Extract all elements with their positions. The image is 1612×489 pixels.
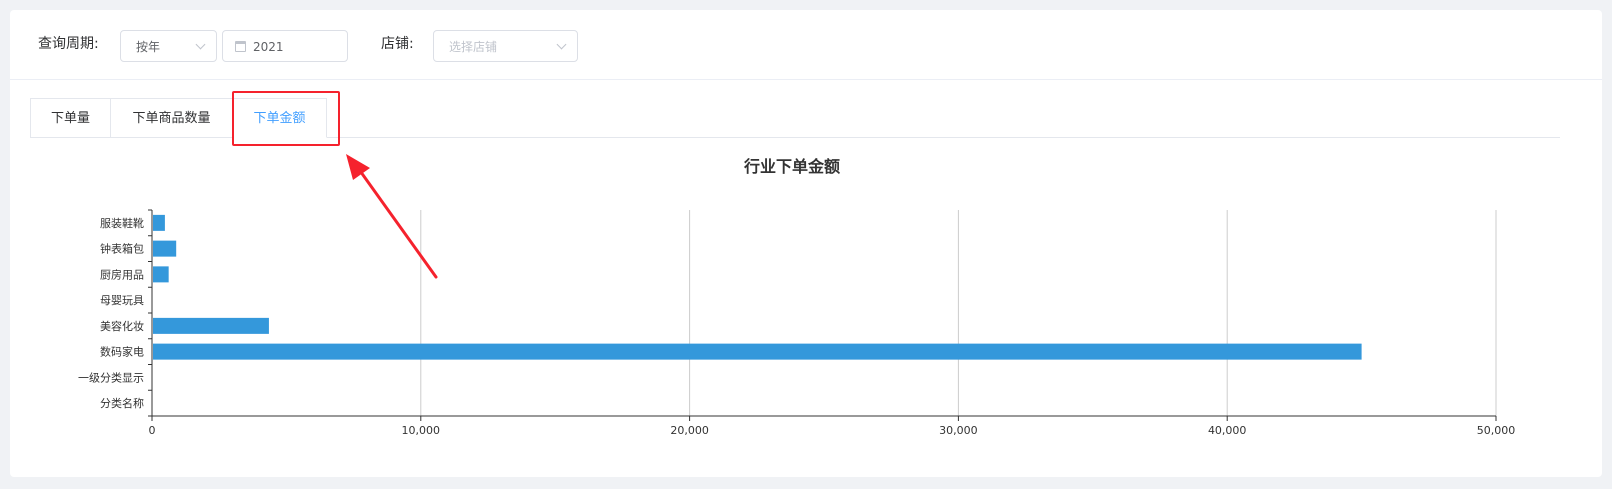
y-tick-label: 美容化妆 (100, 319, 144, 333)
chart-title: 行业下单金额 (743, 157, 840, 176)
arrow-head (346, 154, 370, 180)
y-axis: 服装鞋靴钟表箱包厨房用品母婴玩具美容化妆数码家电一级分类显示分类名称 (78, 209, 153, 417)
x-tick-label: 0 (149, 424, 156, 437)
bar-2 (153, 266, 169, 283)
bar-4 (153, 317, 269, 334)
annotation-arrow (346, 154, 438, 279)
y-tick-label: 一级分类显示 (78, 370, 144, 384)
y-tick-label: 厨房用品 (100, 268, 144, 281)
x-tick-label: 30,000 (939, 424, 978, 437)
x-tick-label: 40,000 (1208, 424, 1247, 437)
arrow-shaft (356, 166, 438, 279)
main-card: 查询周期: 按年 2021 店铺: 选择店铺 下单量 下单商品数量 下单金额 行… (10, 10, 1602, 477)
x-tick-label: 50,000 (1477, 424, 1516, 437)
y-tick-label: 母婴玩具 (100, 294, 144, 307)
y-tick-label: 服装鞋靴 (100, 216, 144, 230)
bar-0 (153, 214, 165, 231)
chart-bars (153, 214, 1362, 360)
y-tick-label: 分类名称 (100, 396, 144, 410)
bar-chart: 行业下单金额 服装鞋靴钟表箱包厨房用品母婴玩具美容化妆数码家电一级分类显示分类名… (78, 154, 1516, 437)
x-tick-label: 20,000 (670, 424, 709, 437)
x-tick-label: 10,000 (402, 424, 441, 437)
y-tick-label: 钟表箱包 (100, 242, 144, 256)
chart-grid (420, 210, 1497, 416)
x-axis: 0 10,000 20,000 30,000 40,000 50,000 (149, 415, 1516, 437)
bar-5 (153, 343, 1362, 360)
bar-1 (153, 240, 177, 257)
y-tick-label: 数码家电 (100, 345, 144, 359)
